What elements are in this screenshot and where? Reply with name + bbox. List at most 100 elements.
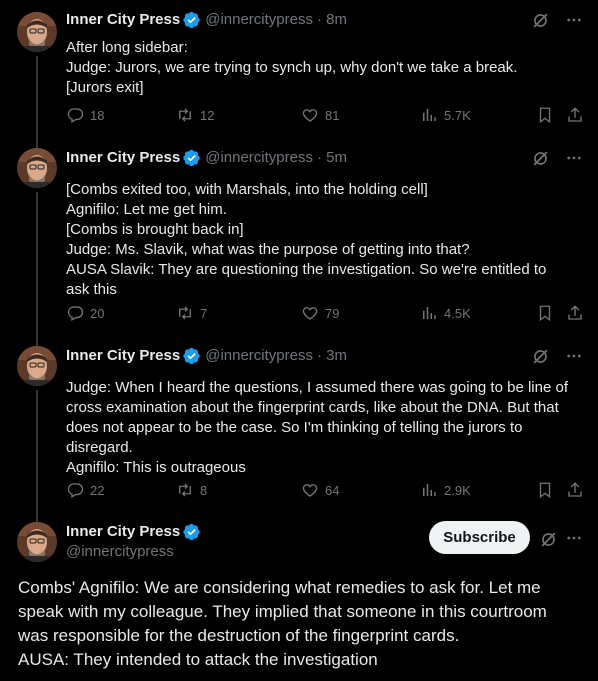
tweet[interactable]: Inner City Press @innercitypress · 3m Ju… [0, 336, 598, 516]
tweet-actions: 22 8 64 2.9K [66, 480, 584, 500]
avatar[interactable] [17, 148, 57, 188]
more-options-icon[interactable] [564, 346, 584, 366]
avatar-image [17, 346, 57, 386]
bookmark-icon [536, 481, 554, 499]
avatar-image [17, 148, 57, 188]
tweet[interactable]: Inner City Press @innercitypress · 8m Af… [0, 0, 598, 140]
verified-badge-icon [183, 149, 201, 167]
grok-icon[interactable] [538, 529, 558, 549]
heart-icon [301, 481, 319, 499]
analytics-icon [420, 304, 438, 322]
tweet-line: Agnifilo: This is outrageous [66, 459, 246, 476]
thread-line [36, 138, 38, 148]
tweet-header: Inner City Press @innercitypress · 8m [66, 10, 584, 30]
tweet-line: Combs' Agnifilo: We are considering what… [18, 578, 541, 597]
reply-count: 20 [90, 305, 105, 321]
reply-button[interactable]: 20 [66, 304, 104, 322]
share-button[interactable] [566, 304, 590, 322]
bookmark-button[interactable] [536, 106, 560, 124]
more-options-icon[interactable] [564, 148, 584, 168]
tweet-line: Judge: Jurors, we are trying to synch up… [66, 59, 518, 76]
avatar-image [17, 522, 57, 562]
tweet-line: Judge: Ms. Slavik, what was the purpose … [66, 241, 470, 258]
like-count: 79 [325, 305, 340, 321]
view-count: 2.9K [444, 482, 471, 498]
reply-icon [66, 304, 84, 322]
author-handle[interactable]: @innercitypress [205, 148, 313, 168]
tweet-line: [Jurors exit] [66, 79, 144, 96]
timestamp[interactable]: · 3m [317, 346, 347, 366]
repost-button[interactable]: 8 [176, 481, 207, 499]
repost-button[interactable]: 7 [176, 304, 207, 322]
verified-badge-icon [183, 11, 201, 29]
grok-icon[interactable] [530, 148, 550, 168]
reply-icon [66, 481, 84, 499]
tweet-line: Agnifilo: Let me get him. [66, 201, 227, 218]
share-button[interactable] [566, 106, 590, 124]
grok-icon[interactable] [530, 10, 550, 30]
like-button[interactable]: 64 [301, 481, 339, 499]
tweet-text: [Combs exited too, with Marshals, into t… [66, 180, 584, 300]
main-avatar[interactable] [17, 522, 57, 562]
thread-line [36, 390, 38, 516]
grok-icon[interactable] [530, 346, 550, 366]
tweet-actions: 20 7 79 4.5K [66, 303, 584, 323]
tweet-line: Judge: When I heard the questions, I ass… [66, 379, 568, 396]
thread-line [36, 56, 38, 140]
share-icon [566, 304, 584, 322]
tweet-line: speak with my colleague. They implied th… [18, 602, 547, 621]
bookmark-button[interactable] [536, 304, 560, 322]
like-count: 64 [325, 482, 340, 498]
like-button[interactable]: 79 [301, 304, 339, 322]
verified-badge-icon [183, 523, 201, 541]
like-count: 81 [325, 107, 340, 123]
bookmark-icon [536, 304, 554, 322]
tweet-header: Inner City Press @innercitypress · 5m [66, 148, 584, 168]
views-button[interactable]: 4.5K [420, 304, 471, 322]
tweet-line: [Combs is brought back in] [66, 221, 244, 238]
timestamp[interactable]: · 5m [317, 148, 347, 168]
reply-button[interactable]: 22 [66, 481, 104, 499]
author-name[interactable]: Inner City Press [66, 346, 180, 366]
view-count: 4.5K [444, 305, 471, 321]
bookmark-icon [536, 106, 554, 124]
more-options-icon[interactable] [564, 528, 584, 548]
subscribe-button[interactable]: Subscribe [429, 521, 530, 554]
tweet-line: cross examination about the fingerprint … [66, 399, 559, 416]
more-options-icon[interactable] [564, 10, 584, 30]
tweet[interactable]: Inner City Press @innercitypress · 5m [C… [0, 138, 598, 338]
thread-line [36, 336, 38, 346]
tweet-line: ask this [66, 281, 117, 298]
timestamp[interactable]: · 8m [317, 10, 347, 30]
repost-icon [176, 481, 194, 499]
avatar[interactable] [17, 12, 57, 52]
views-button[interactable]: 5.7K [420, 106, 471, 124]
tweet-line: was responsible for the destruction of t… [18, 626, 460, 645]
repost-button[interactable]: 12 [176, 106, 214, 124]
tweet-actions: 18 12 81 5.7K [66, 105, 584, 125]
tweet-line: After long sidebar: [66, 39, 188, 56]
view-count: 5.7K [444, 107, 471, 123]
avatar[interactable] [17, 346, 57, 386]
reply-count: 18 [90, 107, 105, 123]
share-button[interactable] [566, 481, 590, 499]
author-name[interactable]: Inner City Press [66, 10, 180, 30]
reply-button[interactable]: 18 [66, 106, 104, 124]
tweet-line: does not appear to be the case. So I'm t… [66, 419, 523, 436]
author-name[interactable]: Inner City Press [66, 148, 180, 168]
thread-line [36, 192, 38, 338]
bookmark-button[interactable] [536, 481, 560, 499]
tweet-line: AUSA: They intended to attack the invest… [18, 650, 378, 669]
main-author-name[interactable]: Inner City Press [66, 522, 180, 542]
views-button[interactable]: 2.9K [420, 481, 471, 499]
main-author-block: Inner City Press @innercitypress [66, 522, 201, 562]
main-author-handle[interactable]: @innercitypress [66, 542, 201, 562]
author-handle[interactable]: @innercitypress [205, 346, 313, 366]
analytics-icon [420, 106, 438, 124]
like-button[interactable]: 81 [301, 106, 339, 124]
heart-icon [301, 304, 319, 322]
avatar-image [17, 12, 57, 52]
author-handle[interactable]: @innercitypress [205, 10, 313, 30]
reply-icon [66, 106, 84, 124]
share-icon [566, 481, 584, 499]
